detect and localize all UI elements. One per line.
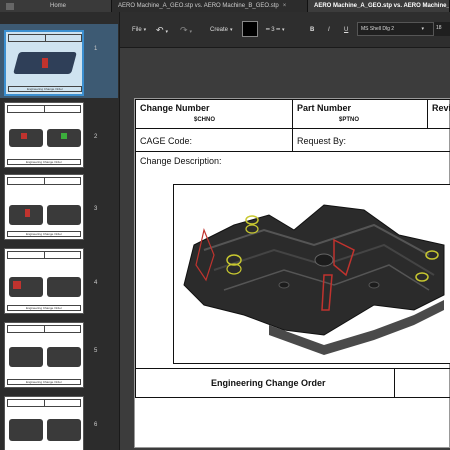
thumb-number: 6 (94, 422, 98, 428)
file-menu-label: File (132, 27, 142, 33)
create-menu-label: Create (210, 27, 229, 33)
color-swatch[interactable] (242, 21, 258, 37)
thumb-header (8, 34, 82, 42)
tab-home[interactable]: Home (0, 0, 112, 12)
thumb-header (7, 251, 81, 259)
create-menu[interactable]: Create ▾ (210, 24, 233, 36)
cage-code-label: CAGE Code: (140, 136, 193, 146)
footer-right-cell (394, 368, 450, 398)
part-number-label: Part Number (297, 103, 352, 113)
footer-title: Engineering Change Order (211, 378, 326, 388)
thumb-footer: Engineering Change Order (7, 305, 81, 311)
chevron-down-icon: ▾ (189, 29, 193, 35)
home-icon (6, 2, 14, 10)
undo-button[interactable]: ↶ ▾ (156, 24, 168, 36)
thumb-number: 3 (94, 206, 98, 212)
close-icon[interactable]: × (283, 0, 287, 12)
thumb-model (47, 347, 81, 367)
tab-home-label: Home (50, 3, 67, 9)
page-thumbnail-6[interactable] (4, 396, 84, 450)
tab-bar: Home AERO Machine_A_GEO.stp vs. AERO Mac… (0, 0, 450, 12)
thumb-model (9, 419, 43, 441)
thumb-number: 4 (94, 280, 98, 286)
thumb-footer: Engineering Change Order (7, 231, 81, 237)
bold-button[interactable]: B (310, 24, 314, 36)
thumb-header (7, 177, 81, 185)
tab-compare-2-label: AERO Machine_A_GEO.stp vs. AERO Machine_… (314, 3, 450, 9)
page-thumbnail-2[interactable]: Engineering Change Order (4, 102, 84, 168)
page-thumbnail-sidebar[interactable]: Engineering Change Order 1 Engineering C… (0, 12, 120, 450)
thumb-add-marker (61, 133, 67, 139)
underline-button[interactable]: U (344, 24, 348, 36)
line-weight-selector[interactable]: ━ 3 ━ ▾ (266, 24, 284, 36)
change-number-value: $CHNO (194, 117, 216, 123)
tab-compare-1-label: AERO Machine_A_GEO.stp vs. AERO Machine_… (118, 3, 279, 9)
chevron-down-icon: ▾ (230, 27, 233, 33)
chevron-down-icon: ▾ (421, 26, 424, 32)
thumb-change-marker (21, 133, 27, 139)
part-number-cell: Part Number $PTNO (292, 99, 428, 129)
undo-icon: ↶ (156, 25, 164, 35)
font-size-select[interactable]: 18 (433, 22, 450, 36)
tab-compare-1[interactable]: AERO Machine_A_GEO.stp vs. AERO Machine_… (112, 0, 308, 12)
thumb-model (47, 277, 81, 297)
page-thumbnail-4[interactable]: Engineering Change Order (4, 248, 84, 314)
thumb-header (7, 105, 81, 113)
annotation-toolbar: File ▾ ↶ ▾ ↷ ▾ Create ▾ ━ 3 ━ ▾ B I U MS Shel… (120, 12, 450, 48)
italic-button[interactable]: I (328, 24, 330, 36)
model-comparison-image[interactable] (173, 184, 450, 364)
thumb-model (47, 419, 81, 441)
page-thumbnail-1[interactable]: Engineering Change Order (4, 30, 84, 96)
thumb-footer: Engineering Change Order (7, 379, 81, 385)
request-by-cell: Request By: (292, 128, 450, 152)
redo-button[interactable]: ↷ ▾ (180, 24, 192, 36)
font-family-value: MS Shell Dlg 2 (361, 26, 395, 32)
thumb-model (47, 205, 81, 225)
revision-label: Revi (432, 103, 450, 113)
chevron-down-icon: ▾ (281, 27, 285, 33)
change-number-label: Change Number (140, 103, 210, 113)
chevron-down-icon: ▾ (143, 27, 147, 33)
thumb-header (7, 325, 81, 333)
thumb-footer: Engineering Change Order (7, 159, 81, 165)
change-description-label: Change Description: (140, 156, 222, 166)
footer-title-cell: Engineering Change Order (135, 368, 395, 398)
line-style-icon: ━ (276, 27, 280, 33)
redo-icon: ↷ (180, 25, 188, 35)
request-by-label: Request By: (297, 136, 347, 146)
thumb-model (9, 347, 43, 367)
file-menu[interactable]: File ▾ (132, 24, 146, 36)
thumb-change-marker (42, 58, 48, 68)
document-canvas[interactable]: Change Number $CHNO Part Number $PTNO Re… (120, 48, 450, 450)
thumb-number: 5 (94, 348, 98, 354)
line-weight-value: 3 (271, 27, 275, 33)
revision-cell: Revi (427, 99, 450, 129)
page-thumbnail-5[interactable]: Engineering Change Order (4, 322, 84, 388)
thumb-number: 1 (94, 46, 98, 52)
line-weight-icon: ━ (266, 27, 270, 33)
tab-compare-2[interactable]: AERO Machine_A_GEO.stp vs. AERO Machine_… (308, 0, 450, 12)
thumb-number: 2 (94, 134, 98, 140)
page-thumbnail-3[interactable]: Engineering Change Order (4, 174, 84, 240)
part-number-value: $PTNO (339, 117, 360, 123)
cad-model-render (183, 204, 445, 355)
thumb-change-marker (13, 281, 21, 289)
app-window: Home AERO Machine_A_GEO.stp vs. AERO Mac… (0, 0, 450, 450)
chevron-down-icon: ▾ (165, 29, 169, 35)
thumb-footer: Engineering Change Order (8, 86, 82, 92)
document-page: Change Number $CHNO Part Number $PTNO Re… (134, 98, 450, 448)
change-number-cell: Change Number $CHNO (135, 99, 293, 129)
cage-code-cell: CAGE Code: (135, 128, 293, 152)
thumb-header (7, 399, 81, 407)
thumb-change-marker (25, 209, 30, 217)
